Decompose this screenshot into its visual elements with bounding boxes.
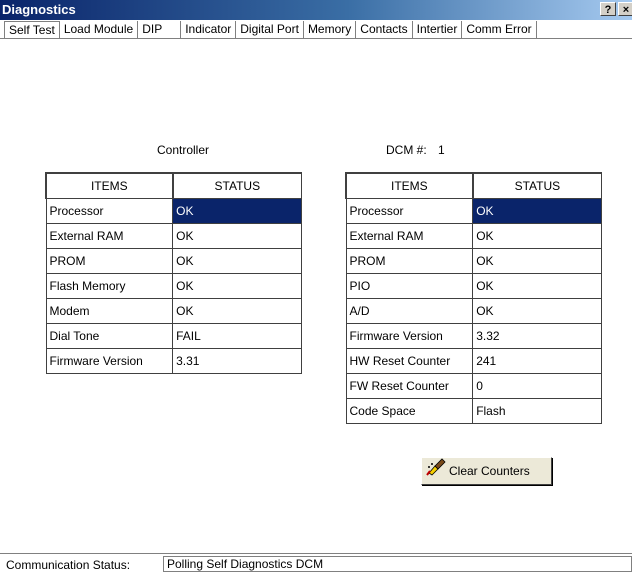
eraser-brush-icon: [426, 458, 446, 485]
table-row[interactable]: PROM OK: [45, 248, 302, 274]
table-row[interactable]: Firmware Version 3.32: [345, 323, 602, 349]
item-cell[interactable]: PROM: [45, 248, 174, 274]
table-row[interactable]: Code Space Flash: [345, 398, 602, 424]
tab-intertier[interactable]: Intertier: [413, 21, 463, 38]
column-header-status[interactable]: STATUS: [171, 172, 302, 199]
item-cell[interactable]: FW Reset Counter: [345, 373, 474, 399]
column-header-items[interactable]: ITEMS: [345, 172, 474, 199]
status-cell[interactable]: OK: [172, 223, 302, 249]
item-cell[interactable]: External RAM: [345, 223, 474, 249]
status-cell[interactable]: FAIL: [172, 323, 302, 349]
item-cell[interactable]: PROM: [345, 248, 474, 274]
item-cell[interactable]: Processor: [45, 198, 174, 224]
status-cell[interactable]: OK: [172, 198, 302, 224]
item-cell[interactable]: PIO: [345, 273, 474, 299]
help-button[interactable]: ?: [600, 2, 616, 16]
status-cell[interactable]: OK: [472, 248, 602, 274]
status-cell[interactable]: OK: [172, 298, 302, 324]
tab-dip[interactable]: DIP: [138, 21, 182, 38]
item-cell[interactable]: External RAM: [45, 223, 174, 249]
item-cell[interactable]: A/D: [345, 298, 474, 324]
item-cell[interactable]: Firmware Version: [45, 348, 174, 374]
communication-status-label: Communication Status:: [6, 558, 131, 572]
table-row[interactable]: Flash Memory OK: [45, 273, 302, 299]
title-bar: Diagnostics ? ×: [0, 0, 632, 20]
table-header: ITEMS STATUS: [345, 172, 602, 199]
status-cell[interactable]: 241: [472, 348, 602, 374]
tab-load-module[interactable]: Load Module: [60, 21, 139, 38]
table-header: ITEMS STATUS: [45, 172, 302, 199]
status-cell[interactable]: 0: [472, 373, 602, 399]
clear-counters-button[interactable]: Clear Counters: [421, 457, 552, 485]
item-cell[interactable]: Dial Tone: [45, 323, 174, 349]
status-cell[interactable]: OK: [472, 298, 602, 324]
item-cell[interactable]: HW Reset Counter: [345, 348, 474, 374]
table-row[interactable]: PROM OK: [345, 248, 602, 274]
status-cell[interactable]: Flash: [472, 398, 602, 424]
table-row[interactable]: Modem OK: [45, 298, 302, 324]
dcm-table: ITEMS STATUS Processor OK External RAM OK …: [345, 172, 602, 424]
close-button[interactable]: ×: [618, 2, 632, 16]
column-header-status[interactable]: STATUS: [471, 172, 602, 199]
item-cell[interactable]: Flash Memory: [45, 273, 174, 299]
table-row[interactable]: External RAM OK: [45, 223, 302, 249]
tab-memory[interactable]: Memory: [304, 21, 357, 38]
status-cell[interactable]: OK: [172, 273, 302, 299]
table-row[interactable]: FW Reset Counter 0: [345, 373, 602, 399]
controller-table: ITEMS STATUS Processor OK External RAM OK …: [45, 172, 302, 374]
status-cell[interactable]: OK: [472, 273, 602, 299]
window-title: Diagnostics: [2, 2, 76, 17]
table-row[interactable]: Processor OK: [45, 198, 302, 224]
status-cell[interactable]: OK: [172, 248, 302, 274]
status-cell[interactable]: 3.31: [172, 348, 302, 374]
tab-contacts[interactable]: Contacts: [356, 21, 413, 38]
tab-divider: [0, 38, 632, 39]
dcm-heading-label: DCM #:: [386, 143, 427, 157]
table-row[interactable]: HW Reset Counter 241: [345, 348, 602, 374]
table-row[interactable]: Processor OK: [345, 198, 602, 224]
table-row[interactable]: Firmware Version 3.31: [45, 348, 302, 374]
status-bar: Communication Status: Polling Self Diagn…: [0, 553, 632, 574]
table-row[interactable]: PIO OK: [345, 273, 602, 299]
tab-indicator[interactable]: Indicator: [181, 21, 237, 38]
tab-self-test[interactable]: Self Test: [4, 21, 60, 39]
controller-heading: Controller: [157, 143, 210, 157]
item-cell[interactable]: Processor: [345, 198, 474, 224]
dcm-number: 1: [438, 143, 445, 157]
column-header-items[interactable]: ITEMS: [45, 172, 174, 199]
status-cell[interactable]: OK: [472, 198, 602, 224]
item-cell[interactable]: Code Space: [345, 398, 474, 424]
table-row[interactable]: External RAM OK: [345, 223, 602, 249]
item-cell[interactable]: Firmware Version: [345, 323, 474, 349]
dcm-heading: DCM #: 1: [386, 143, 445, 157]
tab-comm-error[interactable]: Comm Error: [462, 21, 537, 38]
status-cell[interactable]: OK: [472, 223, 602, 249]
table-row[interactable]: A/D OK: [345, 298, 602, 324]
clear-counters-label: Clear Counters: [449, 464, 530, 478]
table-row[interactable]: Dial Tone FAIL: [45, 323, 302, 349]
tab-strip: Self Test Load Module DIP Indicator Digital …: [4, 21, 537, 39]
item-cell[interactable]: Modem: [45, 298, 174, 324]
tab-digital-port[interactable]: Digital Port: [236, 21, 304, 38]
status-cell[interactable]: 3.32: [472, 323, 602, 349]
communication-status-value: Polling Self Diagnostics DCM: [163, 556, 632, 572]
